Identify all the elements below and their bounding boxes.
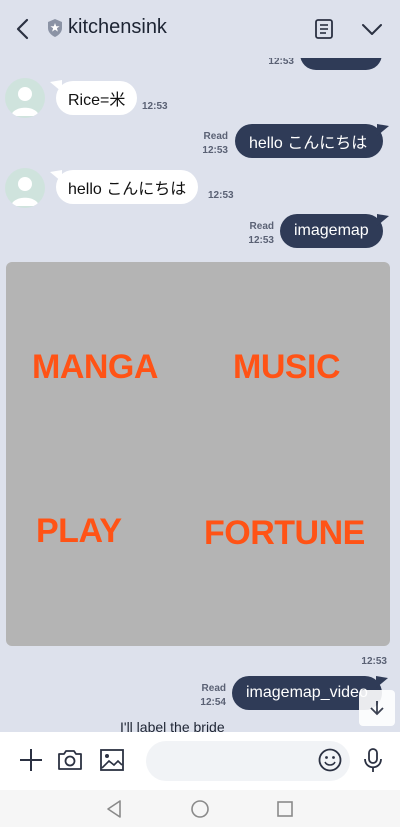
triangle-back-icon[interactable] — [104, 798, 126, 820]
imagemap-message[interactable]: MANGA MUSIC PLAY FORTUNE — [6, 262, 390, 646]
shield-star-icon — [48, 18, 62, 37]
read-status: Read — [203, 131, 228, 142]
message-time: 12:54 — [200, 697, 226, 708]
square-recents-icon[interactable] — [274, 798, 296, 820]
avatar[interactable] — [5, 168, 45, 208]
imagemap-area-fortune[interactable]: FORTUNE — [204, 514, 365, 553]
incoming-message-bubble[interactable]: Rice=米 — [56, 81, 138, 115]
read-status: Read — [201, 683, 226, 694]
circle-home-icon[interactable] — [189, 798, 211, 820]
scroll-to-bottom-button[interactable] — [359, 690, 395, 726]
message-input-bar — [0, 732, 400, 790]
outgoing-message-bubble[interactable]: hello こんにちは — [235, 124, 383, 158]
message-time: 12:53 — [208, 190, 234, 201]
back-chevron-icon[interactable] — [12, 16, 34, 42]
imagemap-area-play[interactable]: PLAY — [36, 512, 122, 551]
message-text: hello こんにちは — [68, 181, 187, 198]
avatar-person-icon — [11, 87, 39, 116]
bubble-tail — [376, 676, 388, 688]
bubble-tail — [377, 124, 389, 136]
incoming-message-bubble[interactable]: hello こんにちは — [56, 170, 199, 204]
message-text: imagemap_video — [246, 684, 368, 701]
message-time: 12:53 — [142, 101, 168, 112]
message-text: Rice=米 — [68, 92, 126, 109]
imagemap-area-music[interactable]: MUSIC — [233, 348, 341, 387]
plus-icon[interactable] — [17, 746, 45, 774]
chat-title: kitchensink — [68, 16, 167, 38]
imagemap-area-manga[interactable]: MANGA — [32, 348, 158, 387]
chevron-down-icon[interactable] — [360, 17, 384, 41]
image-icon[interactable] — [98, 746, 126, 774]
chat-title-wrap[interactable]: kitchensink — [46, 16, 167, 39]
outgoing-message-bubble[interactable]: imagemap — [280, 214, 383, 248]
notes-icon[interactable] — [312, 17, 336, 41]
message-text: imagemap — [294, 222, 369, 239]
camera-icon[interactable] — [56, 746, 84, 774]
message-time: 12:53 — [361, 656, 387, 667]
message-time: 12:53 — [202, 145, 228, 156]
system-navigation-bar — [0, 790, 400, 827]
message-text: hello こんにちは — [249, 135, 368, 152]
bubble-tail — [377, 214, 389, 226]
avatar[interactable] — [5, 78, 45, 118]
avatar-person-icon — [11, 177, 39, 206]
read-status: Read — [249, 221, 274, 232]
mic-icon[interactable] — [359, 746, 387, 774]
message-time: 12:53 — [248, 235, 274, 246]
emoji-icon[interactable] — [316, 746, 344, 774]
chat-header: kitchensink — [0, 0, 400, 58]
arrow-down-icon — [370, 701, 384, 716]
